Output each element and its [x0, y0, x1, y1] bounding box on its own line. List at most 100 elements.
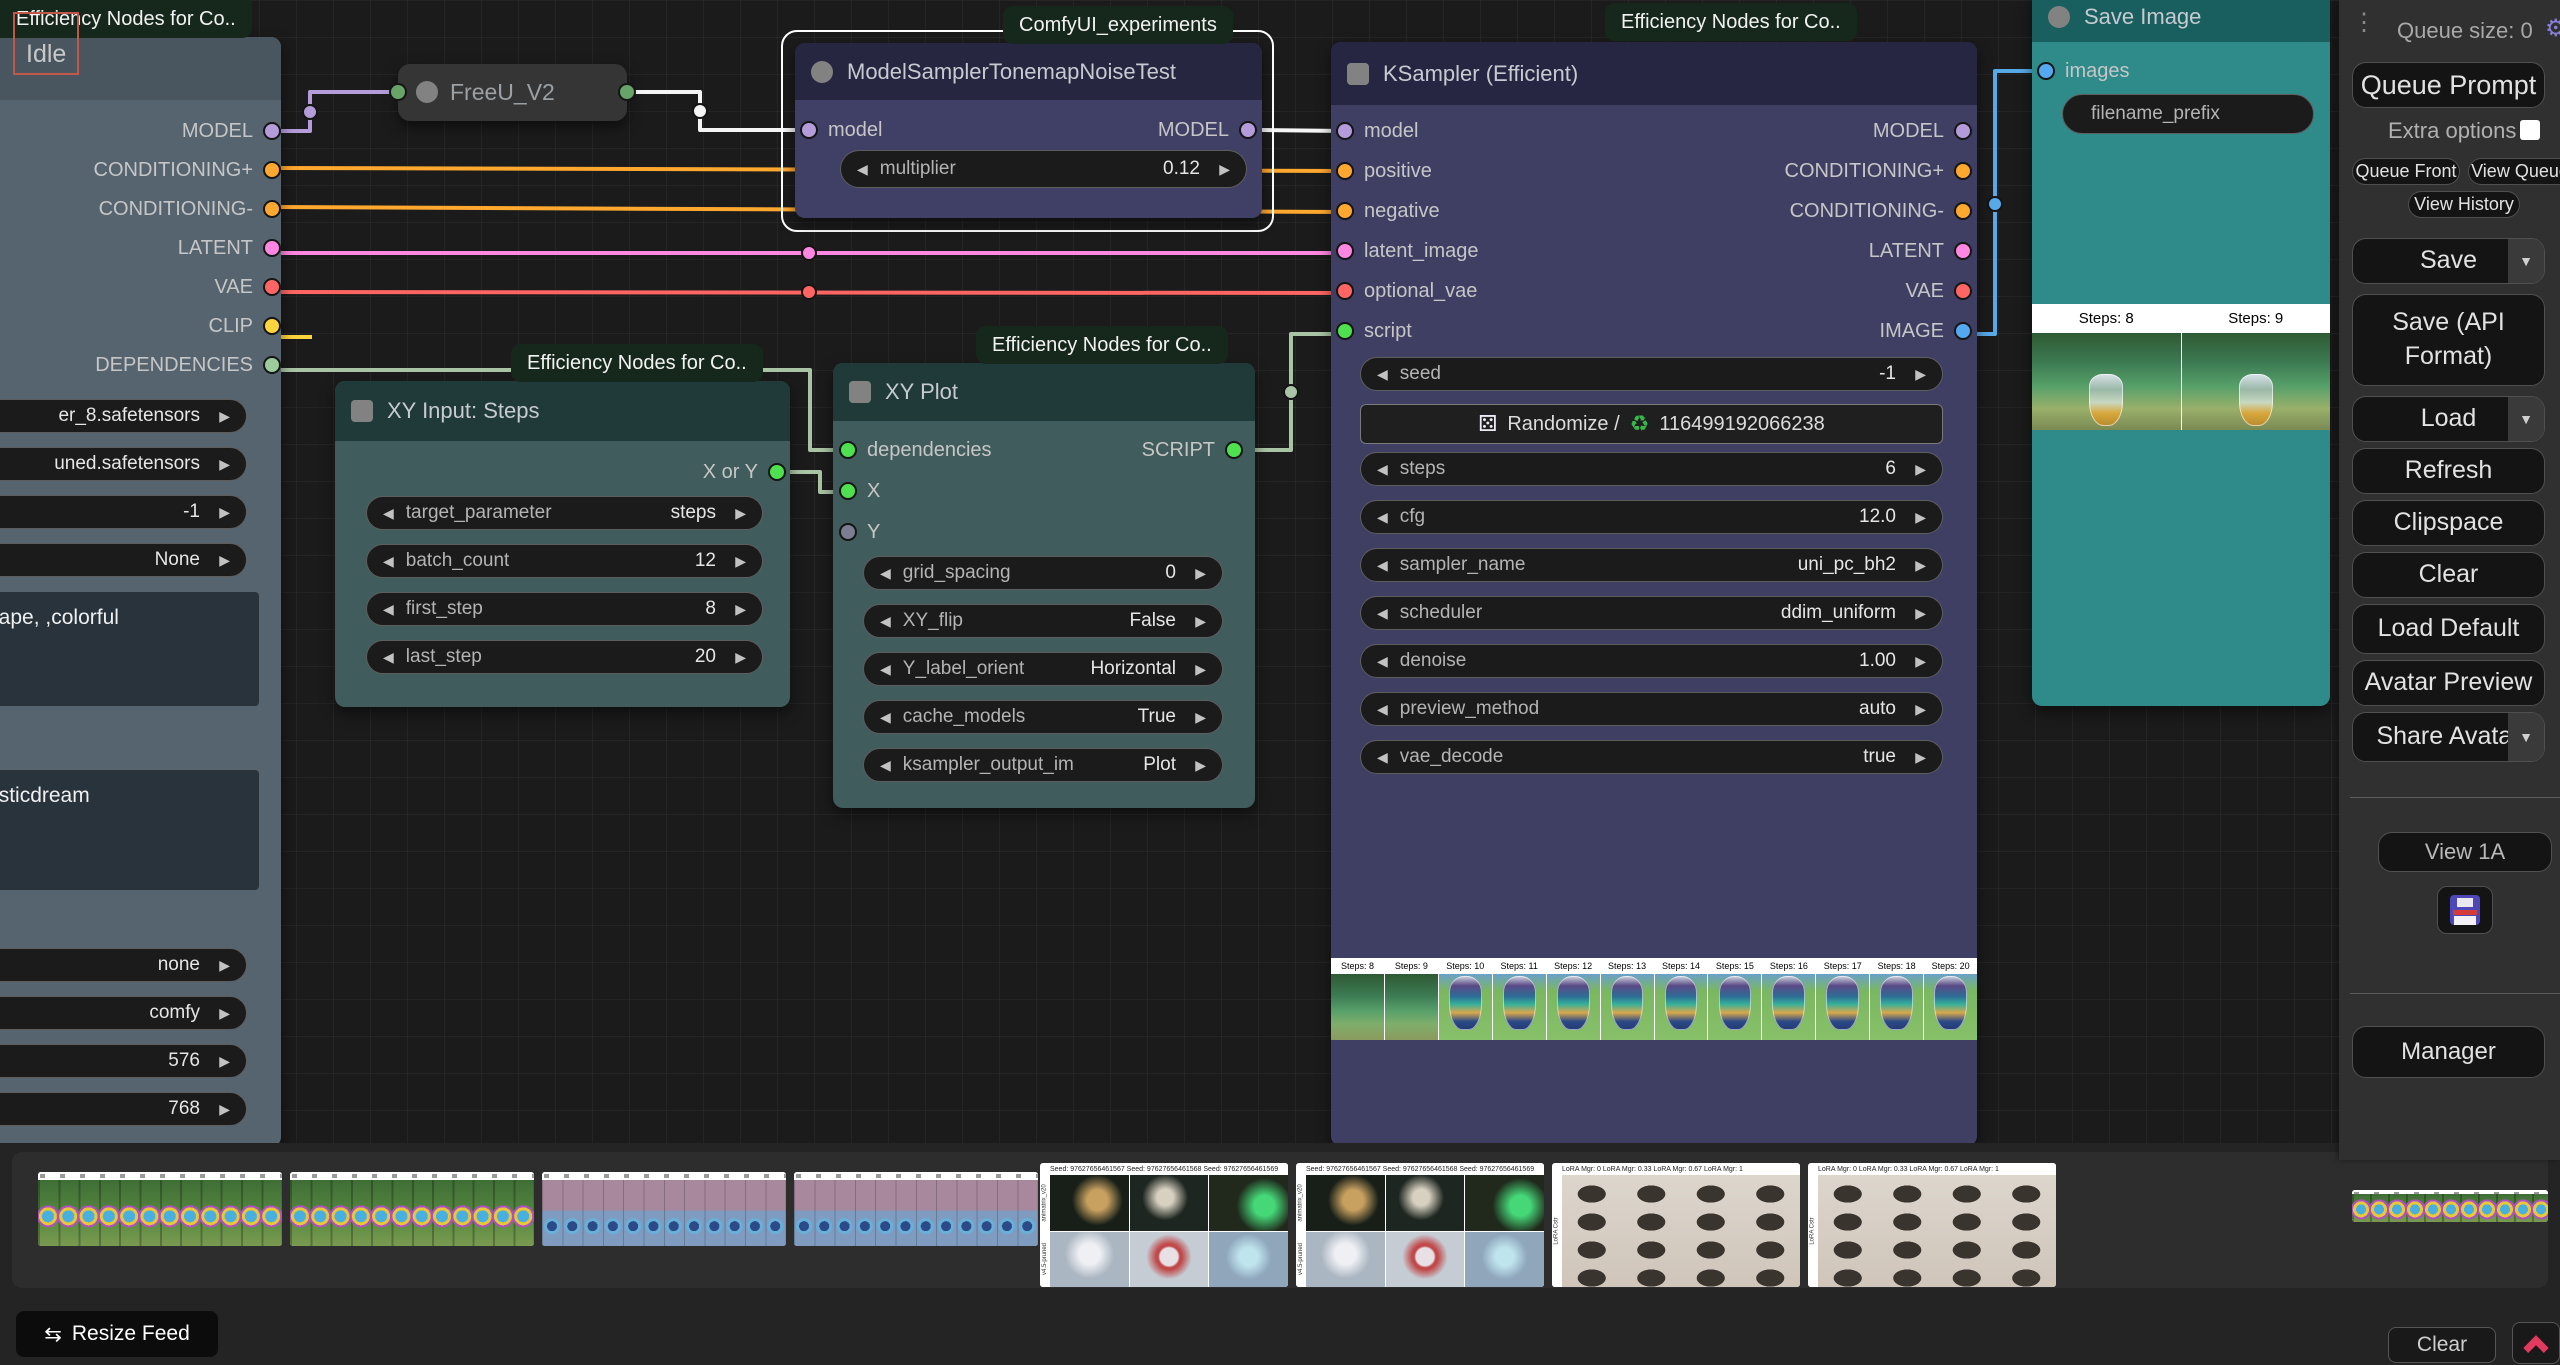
port-dot[interactable] [263, 122, 281, 140]
output-port[interactable]: LATENT [1869, 239, 1972, 263]
preview-image-cell[interactable]: Steps: 20 [1924, 958, 1977, 1040]
collapse-toggle-icon[interactable] [2048, 6, 2070, 28]
feed-thumbnail[interactable]: LoRA Mgr: 0 LoRA Mgr: 0.33 LoRA Mgr: 0.6… [1552, 1163, 1800, 1287]
node-header[interactable]: XY Plot [833, 363, 1255, 421]
port-dot[interactable] [1954, 122, 1972, 140]
preview-image-cell[interactable]: Steps: 10 [1439, 958, 1492, 1040]
seed-widget[interactable]: seed -1 [1360, 357, 1943, 391]
output-port[interactable]: LATENT [178, 236, 281, 260]
port-dot[interactable] [1225, 441, 1243, 459]
extra-options-checkbox[interactable] [2520, 120, 2540, 140]
node-widget[interactable]: -1 [0, 495, 247, 529]
input-port[interactable]: model [800, 118, 882, 142]
port-dot[interactable] [1239, 121, 1257, 139]
feed-thumbnail[interactable]: Seed: 97627656461567 Seed: 9762765646156… [1296, 1163, 1544, 1287]
load-button[interactable]: Load ▼ [2352, 396, 2545, 442]
feed-thumbnail[interactable] [794, 1172, 1038, 1246]
collapse-toggle-icon[interactable] [416, 81, 438, 103]
save-avatar-button[interactable] [2437, 886, 2493, 934]
drag-handle-icon[interactable]: ⋮ [2352, 8, 2377, 37]
input-port[interactable]: script [1336, 319, 1479, 343]
negative-prompt-textarea[interactable]: ealisticdream [0, 770, 259, 890]
port-dot[interactable] [1954, 202, 1972, 220]
node-widget[interactable]: denoise 1.00 [1360, 644, 1943, 678]
input-port[interactable]: model [1336, 119, 1479, 143]
port-dot[interactable] [263, 161, 281, 179]
image-feed-container[interactable]: Seed: 97627656461567 Seed: 9762765646156… [12, 1152, 2548, 1288]
port-dot[interactable] [768, 463, 786, 481]
port-dot[interactable] [1336, 282, 1354, 300]
output-port[interactable]: CONDITIONING- [1790, 199, 1972, 223]
output-port[interactable]: MODEL [1158, 118, 1257, 142]
output-port[interactable]: X or Y [703, 460, 786, 484]
collapse-toggle-icon[interactable] [1347, 63, 1369, 85]
node-widget[interactable]: scheduler ddim_uniform [1360, 596, 1943, 630]
feed-thumbnail[interactable]: LoRA Mgr: 0 LoRA Mgr: 0.33 LoRA Mgr: 0.6… [1808, 1163, 2056, 1287]
view-1a-button[interactable]: View 1A [2378, 832, 2552, 872]
feed-thumbnail[interactable] [542, 1172, 786, 1246]
node-header[interactable]: Save Image [2032, 0, 2330, 42]
efficient-loader-node[interactable]: MODEL CONDITIONING+ CONDITIONING- LATENT [0, 37, 281, 1147]
feed-thumbnail[interactable] [38, 1172, 282, 1246]
port-dot[interactable] [1954, 322, 1972, 340]
port-dot[interactable] [1336, 122, 1354, 140]
port-dot[interactable] [800, 121, 818, 139]
clear-button[interactable]: Clear [2352, 552, 2545, 598]
node-widget[interactable]: XY_flip False [863, 604, 1223, 638]
node-widget[interactable]: cfg 12.0 [1360, 500, 1943, 534]
collapse-toggle-icon[interactable] [849, 381, 871, 403]
xy-plot-node[interactable]: XY Plot dependencies X Y [833, 363, 1255, 808]
port-dot[interactable] [839, 482, 857, 500]
collapse-feed-button[interactable] [2512, 1322, 2560, 1364]
node-widget[interactable]: 576 [0, 1044, 247, 1078]
collapsed-input-dot[interactable] [389, 83, 407, 101]
node-widget[interactable]: preview_method auto [1360, 692, 1943, 726]
port-dot[interactable] [1336, 162, 1354, 180]
preview-image-cell[interactable]: Steps: 16 [1762, 958, 1815, 1040]
node-widget[interactable]: batch_count 12 [366, 544, 763, 578]
node-widget[interactable]: ksampler_output_im Plot [863, 748, 1223, 782]
node-widget[interactable]: Y_label_orient Horizontal [863, 652, 1223, 686]
saved-image-cell[interactable]: Steps: 9 [2182, 304, 2331, 430]
save-api-format-button[interactable]: Save (API Format) [2352, 294, 2545, 386]
save-image-node[interactable]: Save Image images filename_prefix Steps:… [2032, 0, 2330, 706]
save-image-previews[interactable]: Steps: 8 Steps: 9 [2032, 304, 2330, 430]
node-widget[interactable]: first_step 8 [366, 592, 763, 626]
node-widget[interactable]: target_parameter steps [366, 496, 763, 530]
port-dot[interactable] [263, 200, 281, 218]
node-header[interactable]: ModelSamplerTonemapNoiseTest [795, 43, 1262, 100]
preview-image-cell[interactable]: Steps: 18 [1870, 958, 1923, 1040]
port-dot[interactable] [839, 441, 857, 459]
queue-front-button[interactable]: Queue Front [2352, 158, 2460, 185]
xy-input-steps-node[interactable]: XY Input: Steps X or Y target_parameter … [335, 381, 790, 707]
port-dot[interactable] [1954, 242, 1972, 260]
filename-prefix-widget[interactable]: filename_prefix [2062, 94, 2314, 134]
clipspace-button[interactable]: Clipspace [2352, 500, 2545, 546]
node-widget[interactable]: er_8.safetensors [0, 399, 247, 433]
output-port[interactable]: MODEL [1873, 119, 1972, 143]
output-port[interactable]: DEPENDENCIES [95, 353, 281, 377]
output-port[interactable]: IMAGE [1880, 319, 1972, 343]
share-avatar-dropdown-caret[interactable]: ▼ [2508, 713, 2544, 761]
output-port[interactable]: SCRIPT [1142, 438, 1243, 462]
preview-image-cell[interactable]: Steps: 14 [1655, 958, 1708, 1040]
input-port[interactable]: latent_image [1336, 239, 1479, 263]
collapse-toggle-icon[interactable] [351, 400, 373, 422]
preview-image-cell[interactable]: Steps: 11 [1493, 958, 1546, 1040]
refresh-button[interactable]: Refresh [2352, 448, 2545, 494]
node-widget[interactable]: 768 [0, 1092, 247, 1126]
view-queue-button[interactable]: View Queue [2468, 158, 2560, 185]
load-dropdown-caret[interactable]: ▼ [2508, 397, 2544, 441]
save-dropdown-caret[interactable]: ▼ [2508, 239, 2544, 283]
port-dot[interactable] [263, 239, 281, 257]
feed-thumbnail[interactable] [290, 1172, 534, 1246]
input-port[interactable]: images [2037, 59, 2129, 83]
preview-image-cell[interactable]: Steps: 9 [1385, 958, 1438, 1040]
collapsed-output-dot[interactable] [618, 83, 636, 101]
node-widget[interactable]: last_step 20 [366, 640, 763, 674]
port-dot[interactable] [1954, 282, 1972, 300]
multiplier-widget[interactable]: multiplier 0.12 [840, 150, 1247, 188]
load-default-button[interactable]: Load Default [2352, 604, 2545, 654]
node-widget[interactable]: uned.safetensors [0, 447, 247, 481]
node-header[interactable]: KSampler (Efficient) [1331, 42, 1977, 105]
